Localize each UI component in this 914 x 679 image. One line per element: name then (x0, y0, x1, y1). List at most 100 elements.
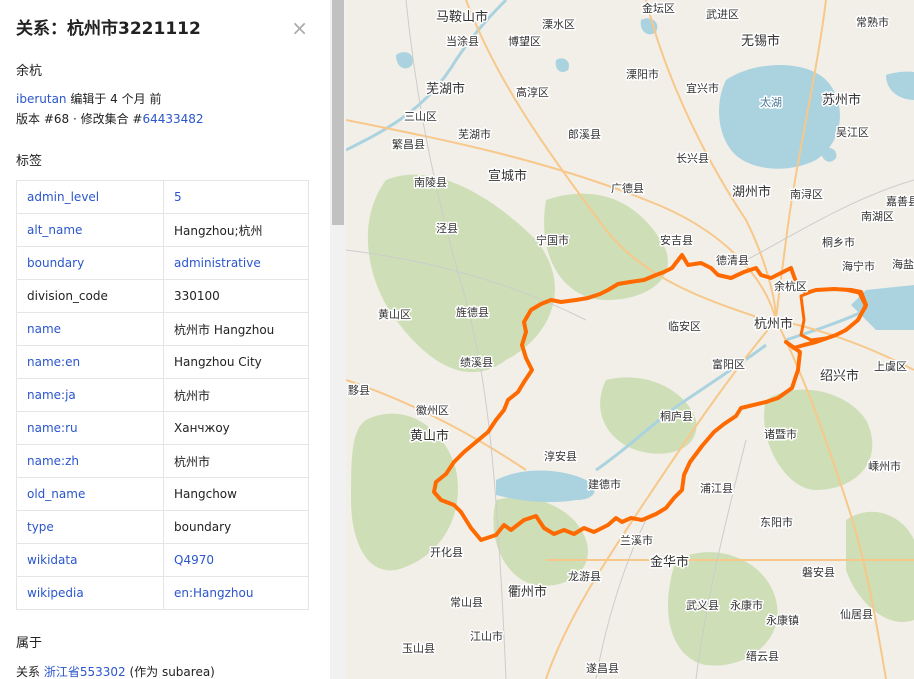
scrollbar-thumb[interactable] (332, 0, 344, 225)
label-chunan: 淳安县 (544, 449, 577, 463)
label-yuhang: 余杭区 (774, 279, 807, 293)
label-deqing: 德清县 (716, 253, 749, 267)
tag-value: Hangzhou City (163, 345, 309, 379)
member-link[interactable]: 浙江省553302 (44, 665, 126, 679)
close-icon[interactable]: × (291, 16, 308, 40)
label-guangde: 广德县 (611, 181, 644, 195)
tag-value: 杭州市 (163, 444, 309, 478)
label-nanhu: 南湖区 (861, 210, 894, 223)
label-jingde: 旌德县 (456, 305, 489, 319)
label-yongjin: 永康镇 (766, 613, 799, 627)
label-suichang: 遂昌县 (586, 661, 619, 675)
tag-key[interactable]: boundary (16, 246, 164, 280)
label-panan: 磐安县 (802, 565, 835, 579)
label-xianju: 仙居县 (840, 608, 873, 621)
title-row: 关系：杭州市3221112 × (16, 14, 316, 42)
tag-key: division_code (16, 279, 164, 313)
label-jinyun: 缙云县 (746, 649, 779, 663)
edited-text: 编辑于 4 个月 前 (66, 92, 162, 106)
member-heading: 属于 (16, 636, 43, 651)
label-linan: 临安区 (668, 319, 701, 333)
label-suzhou: 苏州市 (822, 92, 861, 108)
tag-key[interactable]: type (16, 510, 164, 544)
tag-row: name:ja 杭州市 (16, 378, 309, 412)
tag-row: type boundary (16, 510, 309, 544)
label-shangyu: 上虞区 (874, 359, 907, 373)
label-huangshan: 黄山市 (410, 428, 449, 444)
label-yixing: 宜兴市 (686, 81, 719, 95)
label-dongyang: 东阳市 (760, 515, 793, 529)
tag-value[interactable]: administrative (163, 246, 309, 280)
label-shaoxing: 绍兴市 (820, 368, 859, 384)
version-info: 版本 #68 · 修改集合 #64433482 (16, 110, 204, 127)
changeset-link[interactable]: 64433482 (142, 112, 203, 126)
tag-key[interactable]: alt_name (16, 213, 164, 247)
tag-key[interactable]: name (16, 312, 164, 346)
label-jiangshan: 江山市 (470, 629, 503, 643)
tag-key[interactable]: name:zh (16, 444, 164, 478)
label-jinhua: 金华市 (650, 554, 689, 570)
user-link[interactable]: iberutan (16, 92, 67, 106)
tag-row: wikidata Q4970 (16, 543, 309, 577)
tag-value[interactable]: Q4970 (163, 543, 309, 577)
label-fanchang: 繁昌县 (392, 137, 425, 151)
label-fuyang: 富阳区 (712, 357, 745, 371)
tags-heading: 标签 (16, 154, 43, 169)
label-wuxi: 无锡市 (741, 33, 780, 49)
label-huangshanqu: 黄山区 (378, 307, 411, 321)
label-changxing: 长兴县 (676, 152, 709, 165)
tag-value: Ханчжоу (163, 411, 309, 445)
label-shengzhou: 嵊州市 (868, 459, 901, 473)
tag-row: name:ru Ханчжоу (16, 411, 309, 445)
label-xuancheng: 宣城市 (488, 168, 527, 184)
label-jing: 泾县 (436, 222, 458, 235)
tag-row: boundary administrative (16, 246, 309, 280)
member-suffix: (作为 subarea) (125, 665, 215, 679)
feature-name: 余杭 (16, 64, 43, 79)
label-huizhou: 徽州区 (416, 403, 449, 417)
label-changshan: 常山县 (450, 596, 483, 609)
tag-value: 杭州市 (163, 378, 309, 412)
label-sanshan: 三山区 (404, 110, 437, 123)
sidebar-scrollbar[interactable] (330, 0, 346, 679)
label-nanling: 南陵县 (414, 176, 447, 189)
label-jixi: 绩溪县 (460, 356, 493, 369)
tags-table: admin_level 5 alt_name Hangzhou;杭州 boundary a… (16, 180, 309, 610)
map-canvas[interactable]: 马鞍山市 当涂县 博望区 溧水区 金坛区 武进区 常熟市 无锡市 芜湖市 高淳区… (346, 0, 914, 679)
tag-value: boundary (163, 510, 309, 544)
label-zhuji: 诸暨市 (764, 427, 797, 441)
label-yushan: 玉山县 (402, 642, 435, 655)
tag-row: name 杭州市 Hangzhou (16, 312, 309, 346)
map-view[interactable]: 马鞍山市 当涂县 博望区 溧水区 金坛区 武进区 常熟市 无锡市 芜湖市 高淳区… (346, 0, 914, 679)
label-jiande: 建德市 (588, 477, 621, 491)
label-gaochun: 高淳区 (516, 85, 549, 99)
tag-value[interactable]: 5 (163, 180, 309, 214)
sidebar-panel: 关系：杭州市3221112 × 余杭 iberutan 编辑于 4 个月 前 版… (0, 0, 330, 679)
tag-key[interactable]: name:en (16, 345, 164, 379)
label-liyang: 溧阳市 (626, 67, 659, 81)
tag-key[interactable]: name:ru (16, 411, 164, 445)
label-jiashan: 嘉善县 (886, 194, 914, 208)
label-wujiang: 吴江区 (836, 126, 869, 139)
label-tongxiang: 桐乡市 (822, 235, 855, 249)
label-bowang: 博望区 (508, 35, 541, 48)
label-nanxun: 南浔区 (790, 188, 823, 201)
tag-row: division_code 330100 (16, 279, 309, 313)
tag-key[interactable]: wikipedia (16, 576, 164, 610)
label-lishui: 溧水区 (542, 17, 575, 31)
tag-key[interactable]: old_name (16, 477, 164, 511)
tag-row: alt_name Hangzhou;杭州 (16, 213, 309, 247)
label-haining: 海宁市 (842, 259, 875, 273)
tag-row: name:en Hangzhou City (16, 345, 309, 379)
label-dangtu: 当涂县 (446, 34, 479, 48)
label-wuhu2: 芜湖市 (458, 127, 491, 141)
tag-key[interactable]: wikidata (16, 543, 164, 577)
tag-key[interactable]: admin_level (16, 180, 164, 214)
label-lanxi: 兰溪市 (620, 533, 653, 547)
member-prefix: 关系 (16, 665, 44, 679)
label-wujin: 武进区 (706, 8, 739, 21)
tag-key[interactable]: name:ja (16, 378, 164, 412)
label-wuhu: 芜湖市 (426, 81, 465, 97)
label-maanshan: 马鞍山市 (436, 9, 488, 25)
tag-value[interactable]: en:Hangzhou (163, 576, 309, 610)
